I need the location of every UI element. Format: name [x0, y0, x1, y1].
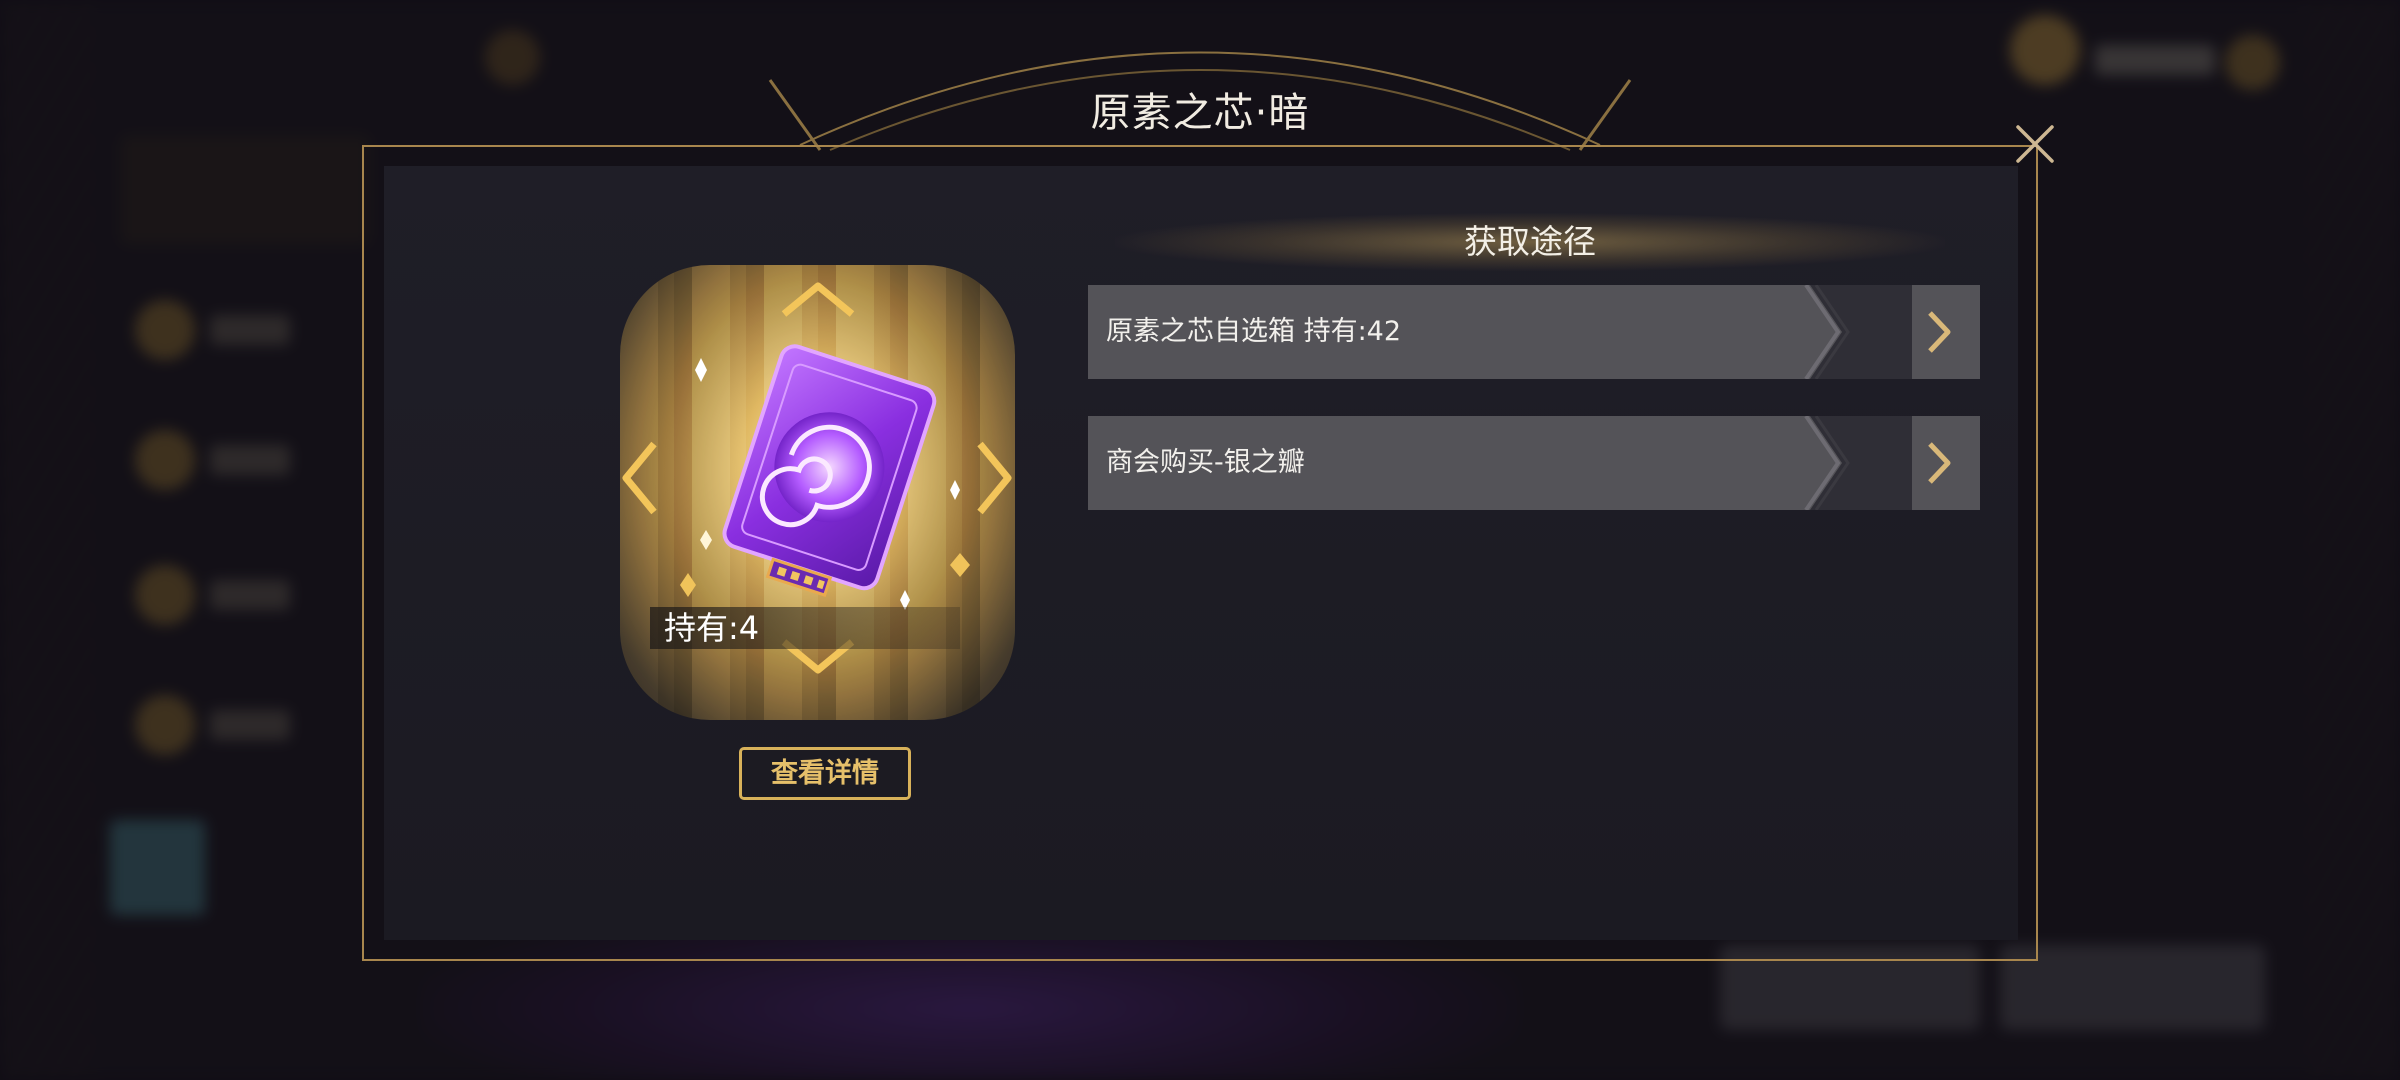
source-item-label: 商会购买-银之瓣 — [1106, 447, 1305, 478]
row-separator — [1804, 416, 1912, 510]
item-hold-count: 持有:4 — [650, 607, 960, 649]
close-button[interactable] — [2008, 117, 2062, 171]
source-item-shop-purchase[interactable]: 商会购买-银之瓣 — [1088, 416, 1980, 510]
close-icon — [2016, 125, 2054, 163]
chevron-up-icon[interactable] — [780, 280, 856, 320]
source-item-selection-box[interactable]: 原素之芯自选箱 持有:42 — [1088, 285, 1980, 379]
source-item-label: 原素之芯自选箱 持有:42 — [1106, 316, 1402, 347]
chevron-left-icon[interactable] — [620, 440, 660, 516]
row-separator — [1804, 285, 1912, 379]
chevron-right-icon[interactable] — [974, 440, 1014, 516]
dark-element-core-icon — [680, 344, 970, 610]
chevron-right-icon — [1928, 442, 1951, 484]
sources-title: 获取途径 — [1464, 222, 1596, 261]
chevron-right-icon — [1928, 311, 1951, 353]
view-details-button[interactable]: 查看详情 — [739, 747, 911, 800]
